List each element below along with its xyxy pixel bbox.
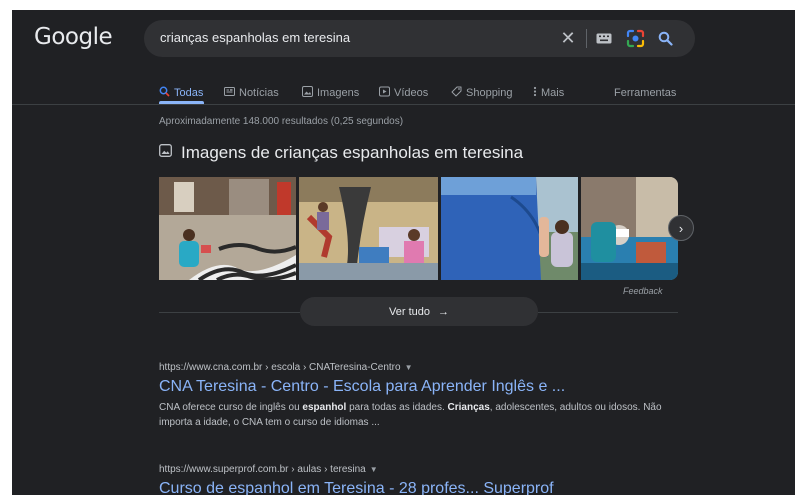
search-icon	[159, 86, 170, 100]
news-icon	[224, 86, 235, 100]
image-carousel	[159, 177, 678, 280]
search-result: https://www.cna.com.br › escola › CNATer…	[159, 362, 679, 430]
tab-label: Shopping	[466, 87, 513, 99]
chevron-down-icon[interactable]: ▼	[405, 363, 413, 372]
search-box[interactable]: crianças espanholas em teresina ✕	[144, 20, 695, 57]
tab-label: Todas	[174, 87, 204, 99]
divider-left	[159, 312, 300, 313]
search-divider	[586, 29, 587, 48]
chevron-down-icon[interactable]: ▼	[370, 465, 378, 474]
arrow-right-icon: →	[437, 305, 449, 318]
image-thumbnail[interactable]	[299, 177, 438, 280]
tab-noticias[interactable]: Notícias	[224, 80, 279, 106]
search-input[interactable]: crianças espanholas em teresina	[160, 30, 350, 45]
image-icon	[159, 144, 172, 162]
image-icon	[302, 86, 313, 100]
carousel-next-button[interactable]: ›	[668, 215, 694, 241]
snippet-text: para todas as idades.	[346, 402, 448, 413]
tab-label: Mais	[541, 87, 565, 99]
snippet-bold: espanhol	[302, 402, 347, 413]
tabs-divider	[12, 104, 795, 105]
tools-button[interactable]: Ferramentas	[614, 80, 676, 106]
snippet-bold: Crianças	[447, 402, 490, 413]
search-results-page: Google crianças espanholas em teresina ✕…	[12, 10, 795, 495]
see-all-button[interactable]: Ver tudo →	[300, 297, 538, 326]
image-thumbnail[interactable]	[441, 177, 578, 280]
tab-label: Notícias	[239, 87, 279, 99]
images-section-title: Imagens de crianças espanholas em teresi…	[181, 143, 524, 162]
close-icon[interactable]: ✕	[558, 28, 578, 48]
tab-shopping[interactable]: Shopping	[451, 80, 513, 106]
result-title-link[interactable]: CNA Teresina - Centro - Escola para Apre…	[159, 378, 679, 396]
search-result: https://www.superprof.com.br › aulas › t…	[159, 464, 679, 495]
tab-mais[interactable]: Mais	[533, 80, 564, 106]
tools-label: Ferramentas	[614, 87, 677, 99]
keyboard-icon[interactable]	[594, 28, 614, 48]
result-stats: Aproximadamente 148.000 resultados (0,25…	[159, 116, 404, 127]
more-vert-icon	[533, 86, 537, 100]
images-section-header[interactable]: Imagens de crianças espanholas em teresi…	[159, 143, 523, 163]
tab-label: Vídeos	[394, 87, 429, 99]
result-url-text: https://www.cna.com.br › escola › CNATer…	[159, 362, 401, 373]
feedback-link[interactable]: Feedback	[623, 286, 663, 296]
play-icon	[379, 86, 390, 100]
tag-icon	[451, 86, 462, 100]
snippet-text: CNA oferece curso de inglês ou	[159, 402, 303, 413]
result-snippet: CNA oferece curso de inglês ou espanhol …	[159, 400, 679, 430]
search-icon[interactable]	[655, 28, 675, 48]
tab-label: Imagens	[317, 87, 360, 99]
camera-lens-icon[interactable]	[625, 28, 645, 48]
tab-videos[interactable]: Vídeos	[379, 80, 428, 106]
tab-imagens[interactable]: Imagens	[302, 80, 359, 106]
see-all-label: Ver tudo	[389, 305, 430, 318]
divider-right	[538, 312, 678, 313]
google-logo[interactable]: Google	[34, 24, 113, 50]
image-thumbnail[interactable]	[159, 177, 296, 280]
result-url-text: https://www.superprof.com.br › aulas › t…	[159, 464, 366, 475]
chevron-right-icon: ›	[678, 220, 684, 236]
result-url[interactable]: https://www.superprof.com.br › aulas › t…	[159, 464, 679, 475]
result-title-link[interactable]: Curso de espanhol em Teresina - 28 profe…	[159, 480, 679, 495]
image-thumbnail[interactable]	[581, 177, 678, 280]
result-url[interactable]: https://www.cna.com.br › escola › CNATer…	[159, 362, 679, 373]
